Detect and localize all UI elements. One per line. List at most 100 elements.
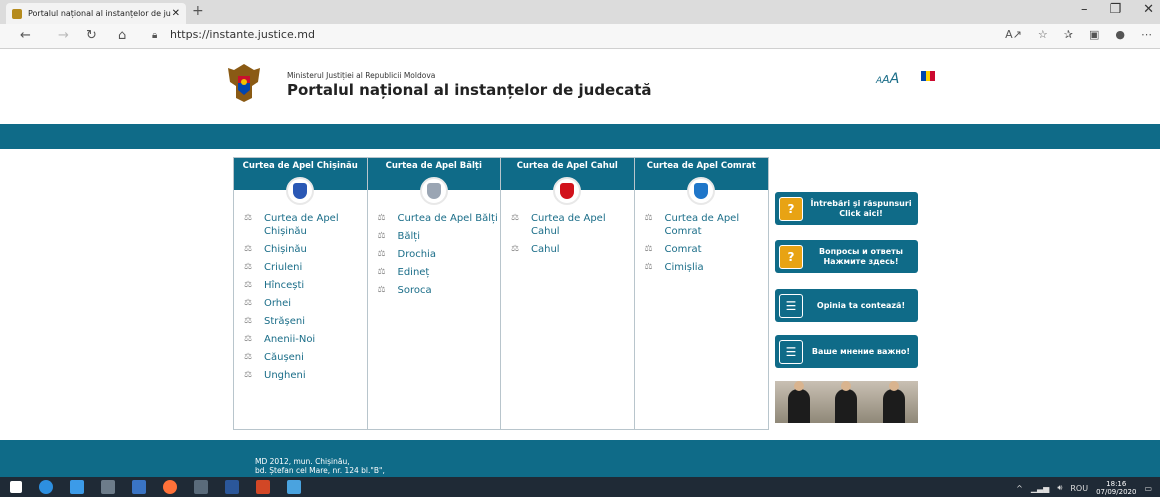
clock[interactable]: 18:16 07/09/2020 xyxy=(1096,480,1136,496)
profile-icon[interactable]: ● xyxy=(1115,28,1125,41)
court-link[interactable]: ⚖ Orhei xyxy=(234,297,367,310)
explorer-icon[interactable] xyxy=(132,480,146,494)
faq-button[interactable]: ? Вопросы и ответы Нажмите здесь! xyxy=(775,240,918,273)
url-field[interactable]: https://instante.justice.md xyxy=(170,28,315,41)
judge-figure xyxy=(883,381,906,423)
lock-icon: 🔒︎ xyxy=(152,30,158,41)
store-icon[interactable] xyxy=(101,480,115,494)
gavel-icon: ⚖ xyxy=(644,262,653,272)
court-link-label: Strășeni xyxy=(264,316,305,327)
court-link-label: Curtea de Apel Cahul xyxy=(531,213,606,237)
new-tab-button[interactable]: + xyxy=(192,3,204,19)
checklist-icon: ☰ xyxy=(779,293,803,318)
edge-icon[interactable] xyxy=(39,480,53,494)
start-icon[interactable] xyxy=(10,481,22,493)
home-icon[interactable]: ⌂ xyxy=(118,28,126,43)
court-link[interactable]: ⚖ Drochia xyxy=(368,248,501,261)
powerpoint-icon[interactable] xyxy=(256,480,270,494)
court-link[interactable]: ⚖ Chișinău xyxy=(234,243,367,256)
court-link[interactable]: ⚖ Căușeni xyxy=(234,351,367,364)
button-label-line: Вопросы и ответы xyxy=(819,246,903,256)
button-label: Opinia ta contează! xyxy=(808,301,918,311)
tray-overflow-icon[interactable]: ^ xyxy=(1016,484,1023,493)
court-link[interactable]: ⚖ Curtea de Apel Bălți xyxy=(368,212,501,225)
firefox-icon[interactable] xyxy=(163,480,177,494)
court-header-label: Curtea de Apel Bălți xyxy=(385,161,482,171)
gavel-icon: ⚖ xyxy=(244,298,253,308)
minimize-icon[interactable]: – xyxy=(1081,2,1088,17)
court-link[interactable]: ⚖ Curtea de Apel Cahul xyxy=(501,212,634,238)
gavel-icon: ⚖ xyxy=(244,352,253,362)
read-aloud-icon[interactable]: A↗ xyxy=(1005,28,1022,41)
court-link[interactable]: ⚖ Edineț xyxy=(368,266,501,279)
court-link[interactable]: ⚖ Ungheni xyxy=(234,369,367,382)
court-link[interactable]: ⚖ Cimișlia xyxy=(635,261,769,274)
court-emblem-icon xyxy=(686,177,715,205)
button-label-line: Ваше мнение важно! xyxy=(811,346,911,356)
question-icon: ? xyxy=(779,196,803,221)
judge-figure xyxy=(787,381,810,423)
language-indicator[interactable]: ROU xyxy=(1070,484,1088,493)
faq-button[interactable]: ? Întrebări și răspunsuri Click aici! xyxy=(775,192,918,225)
court-link[interactable]: ⚖ Cahul xyxy=(501,243,634,256)
gavel-icon: ⚖ xyxy=(244,370,253,380)
court-link[interactable]: ⚖ Comrat xyxy=(635,243,769,256)
font-size-medium[interactable]: A xyxy=(882,73,890,86)
court-link[interactable]: ⚖ Soroca xyxy=(368,284,501,297)
court-header-label: Curtea de Apel Cahul xyxy=(516,161,618,171)
font-size-large[interactable]: A xyxy=(890,71,900,87)
more-icon[interactable]: ⋯ xyxy=(1141,28,1152,41)
checklist-icon: ☰ xyxy=(779,339,803,364)
gavel-icon: ⚖ xyxy=(244,213,253,223)
browser-tab[interactable]: Portalul național al instanțelor de ju ✕ xyxy=(6,3,186,24)
favorites-icon[interactable]: ✰ xyxy=(1064,28,1073,41)
feedback-button[interactable]: ☰ Ваше мнение важно! xyxy=(775,335,918,368)
court-header-label: Curtea de Apel Chișinău xyxy=(242,161,358,171)
court-link[interactable]: ⚖ Anenii-Noi xyxy=(234,333,367,346)
feedback-button[interactable]: ☰ Opinia ta contează! xyxy=(775,289,918,322)
site-footer: MD 2012, mun. Chișinău, bd. Ștefan cel M… xyxy=(0,440,1160,477)
word-icon[interactable] xyxy=(225,480,239,494)
court-link[interactable]: ⚖ Criuleni xyxy=(234,261,367,274)
volume-icon[interactable]: 🔊︎ xyxy=(1057,483,1062,493)
court-link[interactable]: ⚖ Strășeni xyxy=(234,315,367,328)
court-link-label: Hîncești xyxy=(264,280,305,291)
collections-icon[interactable]: ▣ xyxy=(1089,28,1099,41)
court-list: ⚖ Curtea de Apel Chișinău ⚖ Chișinău ⚖ Criule… xyxy=(234,212,367,382)
photos-icon[interactable] xyxy=(287,480,301,494)
page-title: Portalul național al instanțelor de jude… xyxy=(287,81,652,99)
close-window-icon[interactable]: ✕ xyxy=(1143,2,1154,17)
back-icon[interactable]: ← xyxy=(20,28,31,43)
forward-icon[interactable]: → xyxy=(58,28,69,43)
language-flag-icon[interactable] xyxy=(921,71,936,81)
court-link-label: Ungheni xyxy=(264,370,306,381)
court-list: ⚖ Curtea de Apel Bălți ⚖ Bălți ⚖ Drochia ⚖ Edin… xyxy=(368,212,501,297)
judges-photo[interactable] xyxy=(775,381,918,423)
court-link[interactable]: ⚖ Curtea de Apel Comrat xyxy=(635,212,769,238)
site-header: Ministerul Justiției al Republicii Moldo… xyxy=(0,49,1160,124)
address-bar-row: ← → ↻ ⌂ 🔒︎ https://instante.justice.md A… xyxy=(0,24,1160,49)
court-link-label: Anenii-Noi xyxy=(264,334,316,345)
notifications-icon[interactable]: ▭ xyxy=(1144,484,1152,493)
court-link-label: Chișinău xyxy=(264,244,307,255)
button-label: Întrebări și răspunsuri Click aici! xyxy=(808,199,918,219)
court-emblem-icon xyxy=(419,177,448,205)
mail-icon[interactable] xyxy=(70,480,84,494)
refresh-icon[interactable]: ↻ xyxy=(86,28,97,43)
network-icon[interactable]: ▁▃▅ xyxy=(1031,484,1049,493)
close-tab-icon[interactable]: ✕ xyxy=(172,8,180,19)
court-link-label: Criuleni xyxy=(264,262,303,273)
app-icon[interactable] xyxy=(194,480,208,494)
footer-address-line: bd. Ștefan cel Mare, nr. 124 bl."B", xyxy=(255,466,385,475)
gavel-icon: ⚖ xyxy=(244,262,253,272)
favicon-icon xyxy=(12,8,22,19)
favorite-star-icon[interactable]: ☆ xyxy=(1038,28,1048,41)
court-link[interactable]: ⚖ Hîncești xyxy=(234,279,367,292)
font-size-controls[interactable]: AAA xyxy=(876,68,899,87)
restore-icon[interactable]: ❐ xyxy=(1109,2,1121,17)
court-emblem-icon xyxy=(553,177,581,205)
court-link[interactable]: ⚖ Curtea de Apel Chișinău xyxy=(234,212,367,238)
court-link-label: Edineț xyxy=(397,267,430,278)
gavel-icon: ⚖ xyxy=(511,213,520,223)
court-link[interactable]: ⚖ Bălți xyxy=(368,230,501,243)
